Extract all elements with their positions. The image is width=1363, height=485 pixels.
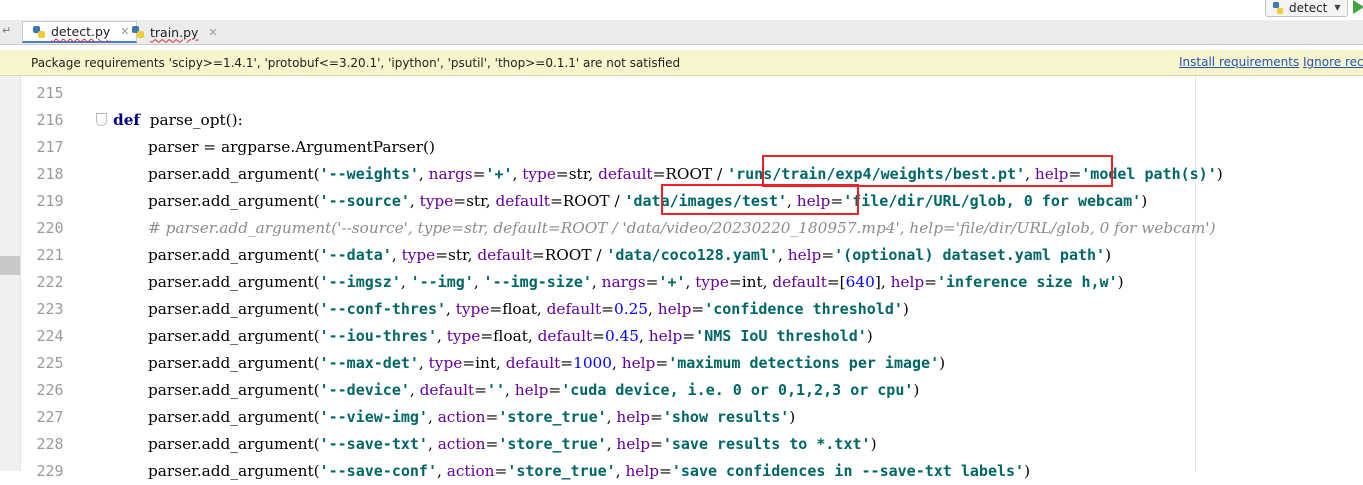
- code-line: 229 parser.add_argument('--save-conf', ac…: [0, 458, 1363, 485]
- code-line: 227 parser.add_argument('--view-img', act…: [0, 404, 1363, 431]
- line-number: 215: [36, 84, 64, 102]
- line-number: 218: [36, 165, 64, 183]
- close-icon[interactable]: ✕: [208, 26, 217, 39]
- code-line: 216 def parse_opt():: [0, 107, 1363, 134]
- code-text: def parse_opt():: [113, 111, 243, 129]
- run-icon[interactable]: [1352, 0, 1363, 14]
- line-number: 219: [36, 192, 64, 210]
- line-number: 217: [36, 138, 64, 156]
- banner-message: Package requirements 'scipy>=1.4.1', 'pr…: [31, 56, 681, 70]
- line-number: 225: [36, 354, 64, 372]
- highlight-box-source-path: [661, 184, 859, 215]
- tab-list-icon[interactable]: ↵: [2, 24, 11, 37]
- code-text: parser.add_argument('--view-img', action…: [148, 408, 796, 426]
- line-number: 226: [36, 381, 64, 399]
- code-text: parser.add_argument('--save-txt', action…: [148, 435, 877, 453]
- code-line: 228 parser.add_argument('--save-txt', act…: [0, 431, 1363, 458]
- code-line: 224 parser.add_argument('--iou-thres', ty…: [0, 323, 1363, 350]
- code-line: 222 parser.add_argument('--imgsz', '--img…: [0, 269, 1363, 296]
- code-text: # parser.add_argument('--source', type=s…: [148, 219, 1216, 237]
- line-number: 228: [36, 435, 64, 453]
- code-text: parser.add_argument('--iou-thres', type=…: [148, 327, 873, 345]
- code-editor[interactable]: 215 216 def parse_opt(): 217 parser = argpar…: [0, 76, 1363, 480]
- code-line: 215: [0, 80, 1363, 107]
- code-line: 223 parser.add_argument('--conf-thres', t…: [0, 296, 1363, 323]
- line-number: 223: [36, 300, 64, 318]
- python-file-icon: [33, 25, 45, 38]
- code-text: parser.add_argument('--device', default=…: [148, 381, 920, 399]
- line-number: 222: [36, 273, 64, 291]
- install-requirements-link[interactable]: Install requirements: [1179, 55, 1299, 69]
- code-text: parser.add_argument('--source', type=str…: [148, 192, 1148, 210]
- run-configuration-selector[interactable]: detect ▼: [1265, 0, 1348, 17]
- line-number: 224: [36, 327, 64, 345]
- code-line: 225 parser.add_argument('--max-det', type…: [0, 350, 1363, 377]
- ignore-requirements-link[interactable]: Ignore rec: [1303, 55, 1363, 69]
- code-line: 217 parser = argparse.ArgumentParser(): [0, 134, 1363, 161]
- code-text: parser.add_argument('--data', type=str, …: [148, 246, 1112, 264]
- tab-train-py[interactable]: train.py ✕: [122, 21, 224, 43]
- line-number: 220: [36, 219, 64, 237]
- editor-tab-bar: ↵ detect.py ✕ train.py ✕: [0, 20, 1363, 45]
- line-number: 221: [36, 246, 64, 264]
- code-text: parser = argparse.ArgumentParser(): [148, 138, 435, 156]
- code-text: parser.add_argument('--imgsz', '--img', …: [148, 273, 1124, 291]
- chevron-down-icon: ▼: [1334, 3, 1341, 12]
- code-line: 221 parser.add_argument('--data', type=st…: [0, 242, 1363, 269]
- code-text: parser.add_argument('--conf-thres', type…: [148, 300, 909, 318]
- code-line: 226 parser.add_argument('--device', defau…: [0, 377, 1363, 404]
- code-line: 220 # parser.add_argument('--source', typ…: [0, 215, 1363, 242]
- tab-detect-py[interactable]: detect.py ✕: [22, 21, 137, 43]
- python-file-icon: [1273, 1, 1283, 14]
- package-requirements-banner: Package requirements 'scipy>=1.4.1', 'pr…: [0, 50, 1363, 76]
- line-number: 229: [36, 462, 64, 480]
- tab-label: detect.py: [51, 24, 111, 39]
- highlight-box-weights-path: [762, 155, 1113, 187]
- python-file-icon: [132, 26, 144, 38]
- line-number: 216: [36, 111, 64, 129]
- code-text: parser.add_argument('--max-det', type=in…: [148, 354, 946, 372]
- tab-label: train.py: [150, 24, 199, 40]
- run-configuration-label: detect: [1289, 0, 1328, 15]
- code-text: parser.add_argument('--save-conf', actio…: [148, 462, 1031, 480]
- line-number: 227: [36, 408, 64, 426]
